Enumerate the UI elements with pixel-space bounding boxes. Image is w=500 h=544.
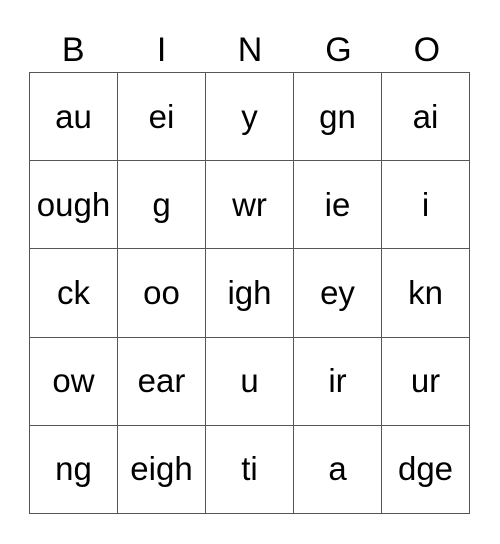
bingo-cell[interactable]: au	[30, 73, 118, 162]
header-letter-n: N	[237, 31, 263, 69]
bingo-cell[interactable]: ough	[30, 161, 118, 250]
bingo-cell[interactable]: ear	[118, 337, 206, 426]
bingo-cell[interactable]: igh	[206, 249, 294, 338]
bingo-cell[interactable]: ir	[294, 337, 382, 426]
bingo-cell[interactable]: wr	[206, 161, 294, 250]
bingo-cell[interactable]: gn	[294, 73, 382, 162]
bingo-cell[interactable]: ie	[294, 161, 382, 250]
bingo-cell[interactable]: eigh	[118, 425, 206, 514]
header-letter-g: G	[325, 31, 352, 69]
bingo-cell[interactable]: ai	[382, 73, 470, 162]
bingo-cell[interactable]: dge	[382, 425, 470, 514]
bingo-cell[interactable]: ow	[30, 337, 118, 426]
header-letter-o: O	[413, 31, 441, 69]
bingo-cell[interactable]: ur	[382, 337, 470, 426]
bingo-header: B I N G O	[29, 28, 471, 72]
bingo-cell[interactable]: ng	[30, 425, 118, 514]
bingo-cell[interactable]: a	[294, 425, 382, 514]
header-letter-i: I	[156, 31, 167, 69]
bingo-cell[interactable]: oo	[118, 249, 206, 338]
bingo-cell[interactable]: y	[206, 73, 294, 162]
bingo-cell[interactable]: ey	[294, 249, 382, 338]
bingo-card-grid: au ei y gn ai ough g wr ie i ck oo igh ey kn ow ear u ir ur…	[29, 72, 470, 514]
bingo-cell[interactable]: ti	[206, 425, 294, 514]
bingo-cell[interactable]: u	[206, 337, 294, 426]
header-letter-b: B	[61, 31, 85, 69]
bingo-cell[interactable]: g	[118, 161, 206, 250]
bingo-cell[interactable]: ck	[30, 249, 118, 338]
bingo-cell[interactable]: ei	[118, 73, 206, 162]
bingo-cell[interactable]: i	[382, 161, 470, 250]
bingo-cell[interactable]: kn	[382, 249, 470, 338]
